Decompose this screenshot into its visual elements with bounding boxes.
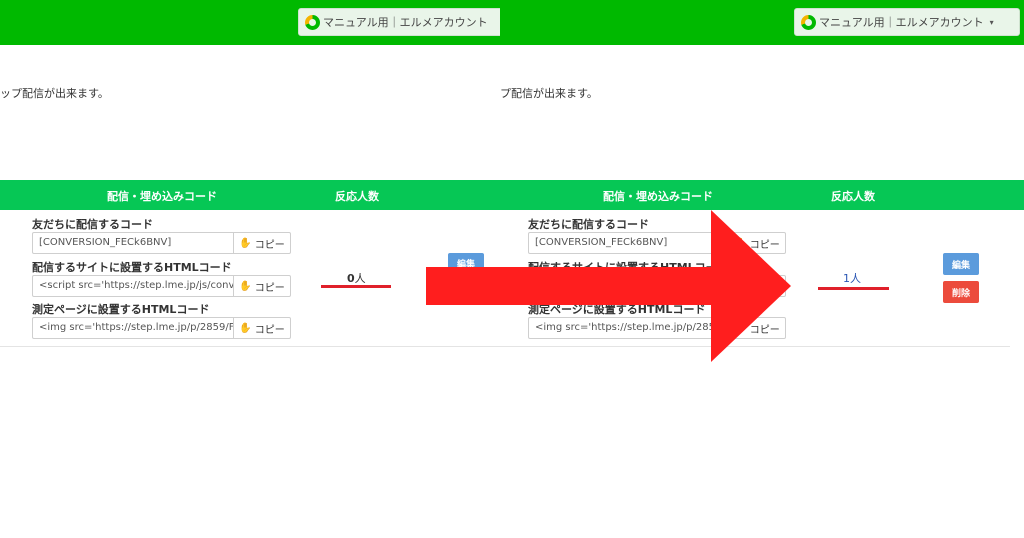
copy-button[interactable]: ✋コピー xyxy=(234,232,291,254)
before-panel: マニュアル用｜エルメアカウント ップ配信が出来ます。 配信・埋め込みコード 反応… xyxy=(0,0,500,538)
account-switcher-button[interactable]: マニュアル用｜エルメアカウント ▾ xyxy=(794,8,1020,36)
field-label-measure-html: 測定ページに設置するHTMLコード xyxy=(32,303,210,316)
measure-html-input[interactable]: <img src='https://step.lme.jp/p/2859/F xyxy=(32,317,234,339)
column-header-count: 反応人数 xyxy=(831,190,875,203)
hand-icon: ✋ xyxy=(239,322,252,334)
table-header: 配信・埋め込みコード 反応人数 xyxy=(500,180,1024,210)
edit-button[interactable]: 編集 xyxy=(943,253,979,275)
intro-text: ップ配信が出来ます。 xyxy=(0,87,109,100)
count-highlight-underline xyxy=(321,285,391,288)
account-switcher-button[interactable]: マニュアル用｜エルメアカウント xyxy=(298,8,500,36)
copy-button[interactable]: ✋コピー xyxy=(234,275,291,297)
site-html-input[interactable]: <script src='https://step.lme.jp/js/conv… xyxy=(32,275,234,297)
count-highlight-underline xyxy=(818,287,889,290)
friend-code-input[interactable]: [CONVERSION_FECk6BNV] xyxy=(32,232,234,254)
account-label: マニュアル用｜エルメアカウント xyxy=(819,16,984,29)
copy-button[interactable]: ✋コピー xyxy=(234,317,291,339)
top-bar: マニュアル用｜エルメアカウント xyxy=(0,0,500,45)
transition-arrow-icon xyxy=(426,210,791,362)
account-label: マニュアル用｜エルメアカウント xyxy=(323,16,488,29)
intro-text: プ配信が出来ます。 xyxy=(500,87,598,100)
response-count: 0人 xyxy=(347,272,366,285)
chevron-down-icon: ▾ xyxy=(989,17,994,27)
field-label-site-html: 配信するサイトに設置するHTMLコード xyxy=(32,261,232,274)
delete-button[interactable]: 削除 xyxy=(943,281,979,303)
hand-icon: ✋ xyxy=(239,280,252,292)
top-bar: マニュアル用｜エルメアカウント ▾ xyxy=(500,0,1024,45)
table-row: 友だちに配信するコード [CONVERSION_FECk6BNV] ✋コピー 配… xyxy=(0,210,500,347)
response-count: 1人 xyxy=(843,272,861,285)
lme-logo-icon xyxy=(801,15,816,30)
table-header: 配信・埋め込みコード 反応人数 xyxy=(0,180,500,210)
lme-logo-icon xyxy=(305,15,320,30)
field-label-friend-code: 友だちに配信するコード xyxy=(32,218,153,231)
column-header-count: 反応人数 xyxy=(335,190,379,203)
column-header-code: 配信・埋め込みコード xyxy=(603,190,713,203)
column-header-code: 配信・埋め込みコード xyxy=(107,190,217,203)
hand-icon: ✋ xyxy=(239,237,252,249)
